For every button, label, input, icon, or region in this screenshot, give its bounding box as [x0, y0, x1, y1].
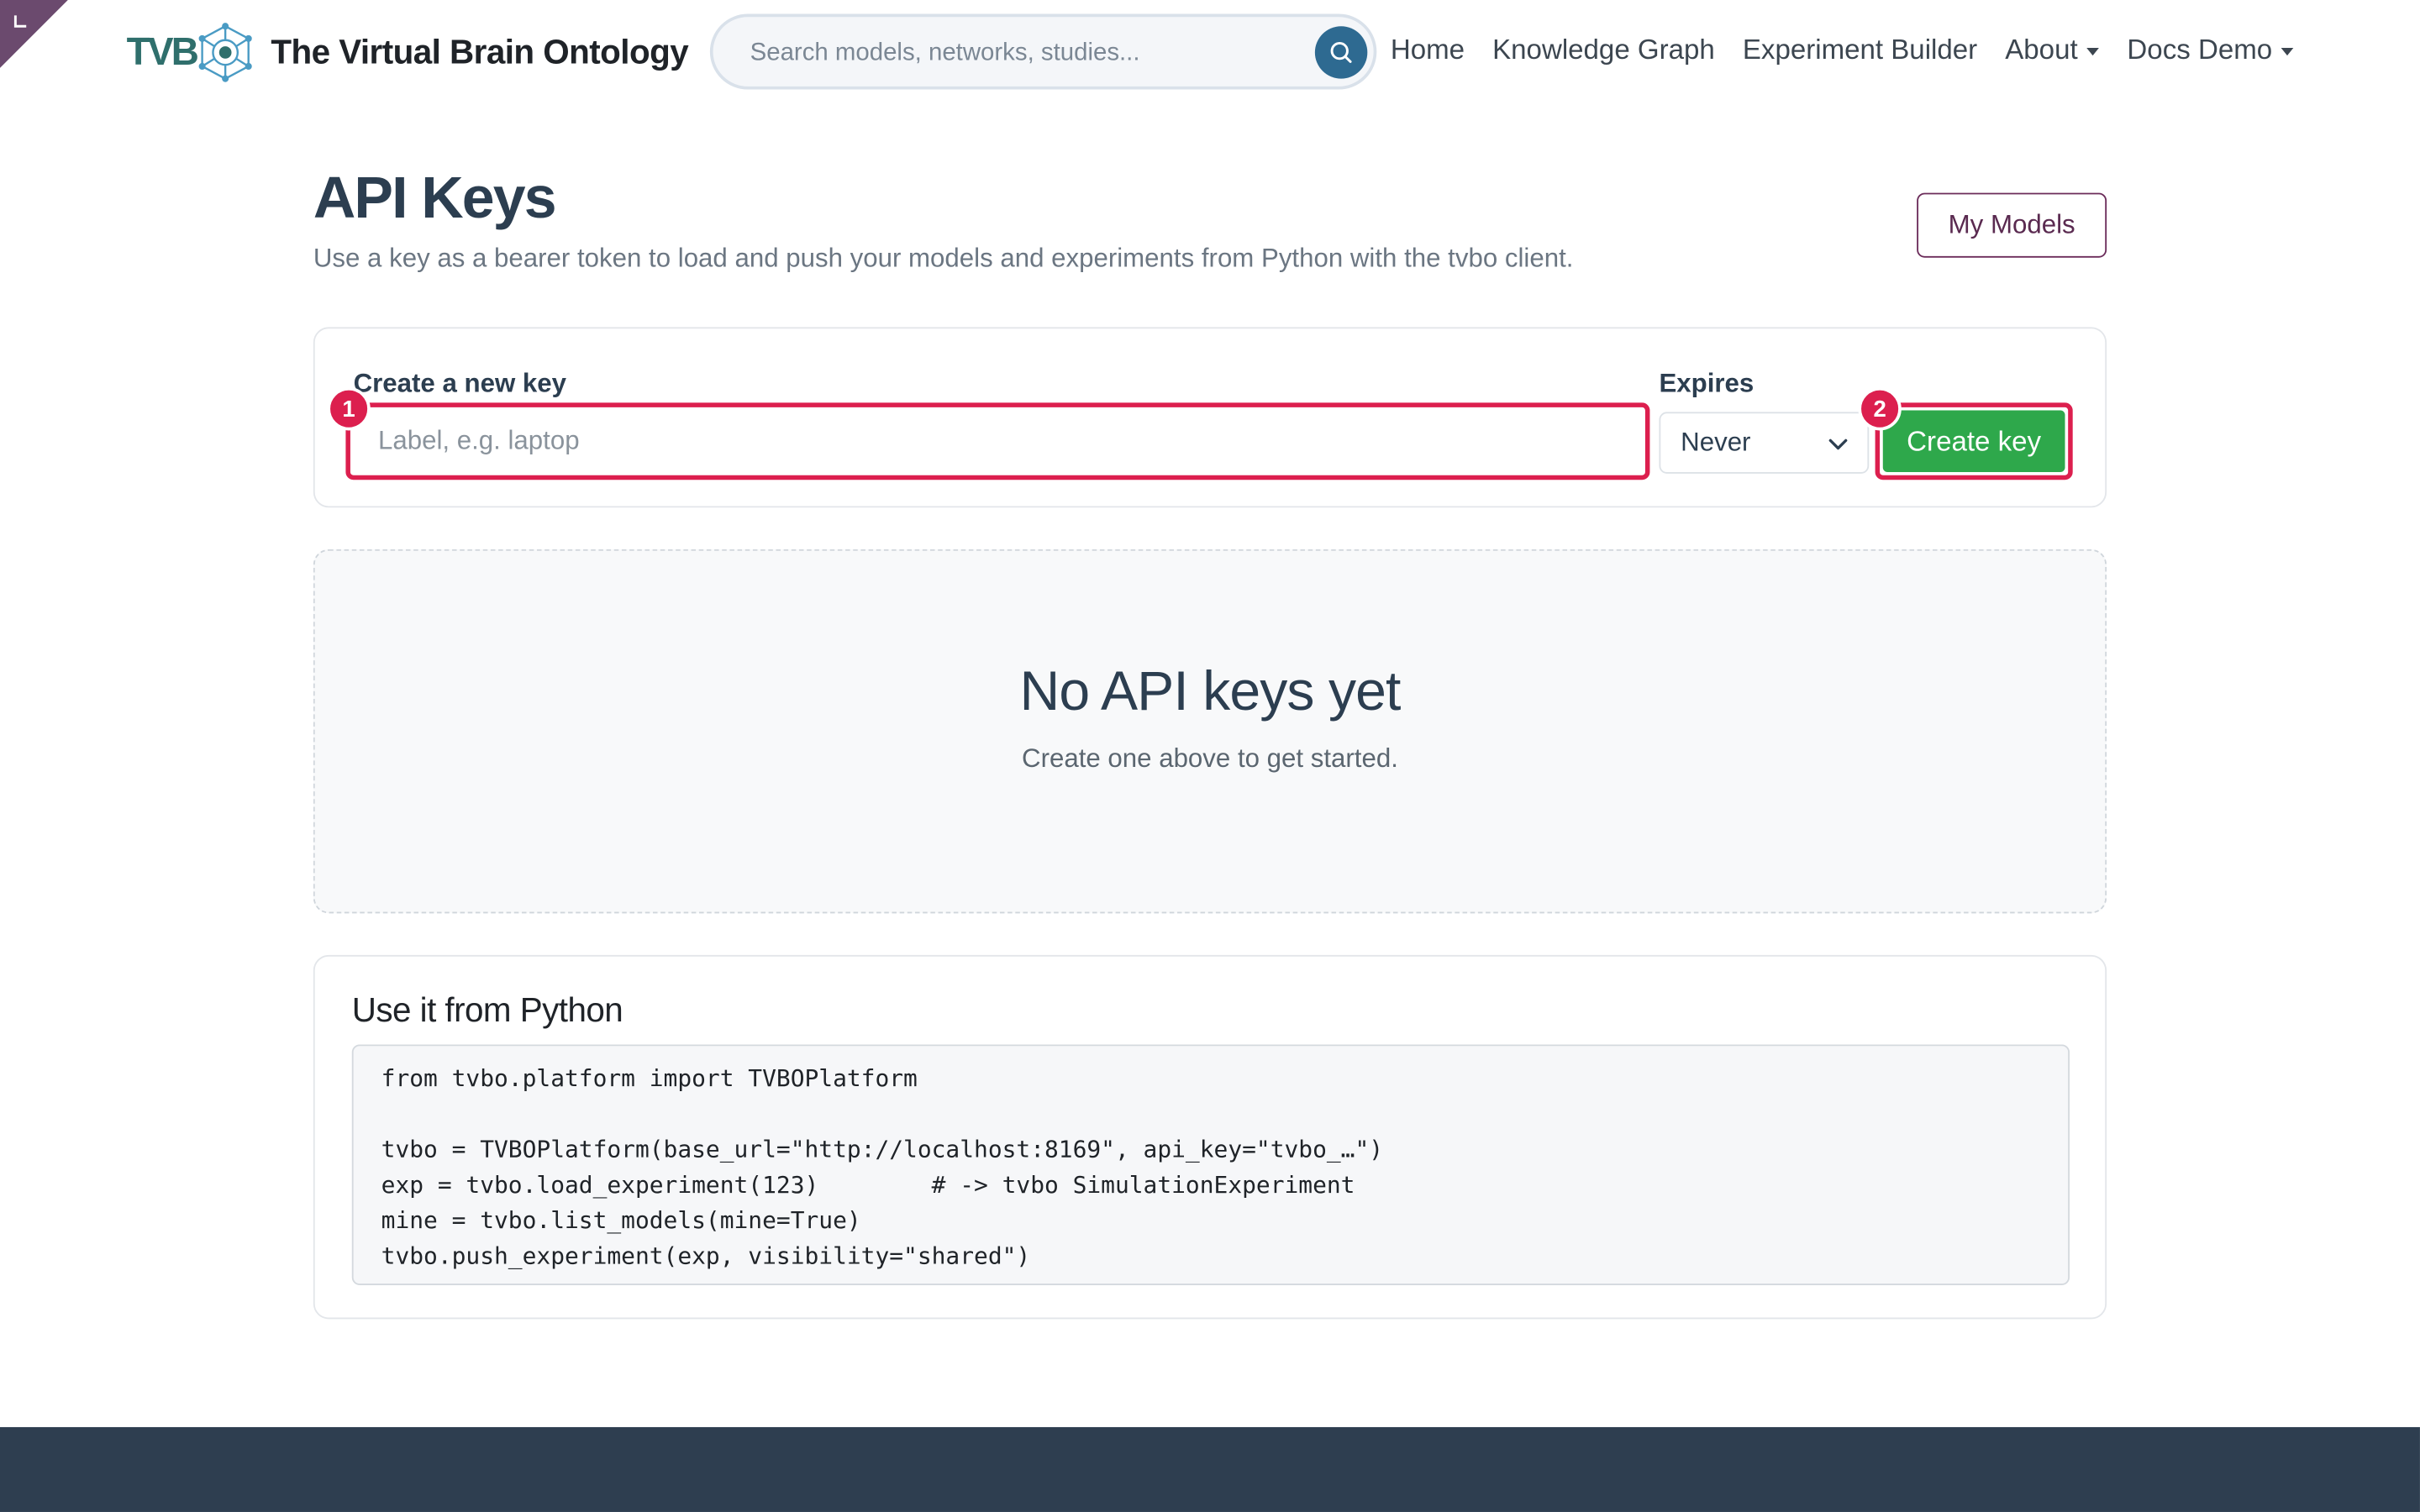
create-key-button-highlight: Create key: [1875, 402, 2073, 480]
empty-state-title: No API keys yet: [1019, 659, 1401, 722]
brand-title: The Virtual Brain Ontology: [271, 32, 689, 71]
python-code-block: from tvbo.platform import TVBOPlatform t…: [351, 1044, 2070, 1285]
my-models-button[interactable]: My Models: [1917, 192, 2107, 258]
tvbo-logo: TVB: [127, 22, 255, 83]
empty-state-text: Create one above to get started.: [1022, 743, 1398, 774]
search-button[interactable]: [1314, 26, 1368, 79]
logo-text: TVB: [126, 29, 199, 74]
expires-select[interactable]: Never: [1659, 412, 1870, 474]
search-input[interactable]: [746, 35, 1303, 73]
brain-network-icon: [197, 23, 251, 82]
step-badge-2: 2: [1858, 387, 1902, 431]
nav-about-dropdown[interactable]: About: [2005, 34, 2100, 66]
empty-state: No API keys yet Create one above to get …: [313, 549, 2107, 914]
footer: [0, 1426, 2420, 1512]
brand-link[interactable]: TVB The Virtual Brain Ontology: [127, 22, 689, 83]
create-key-button[interactable]: Create key: [1882, 410, 2065, 473]
search-box: [709, 13, 1377, 90]
expires-label: Expires: [1659, 368, 1754, 398]
navbar: TVB The Virtual Brain Ontology Search mo…: [0, 0, 2420, 105]
create-key-card: Create a new key Expires Never Create ke…: [313, 327, 2107, 508]
page-title: API Keys: [313, 166, 557, 232]
nav-about-label: About: [2005, 34, 2078, 66]
page: TVB The Virtual Brain Ontology Search mo…: [0, 0, 2420, 1512]
step-badge-1: 1: [327, 387, 371, 431]
nav-experiment-builder[interactable]: Experiment Builder: [1743, 34, 1977, 66]
caret-down-icon: [2281, 47, 2294, 56]
key-label-field: [345, 402, 1650, 480]
python-usage-title: Use it from Python: [351, 990, 623, 1030]
chevron-down-icon: [1828, 438, 1848, 450]
page-subtitle: Use a key as a bearer token to load and …: [313, 244, 1574, 274]
nav-knowledge-graph[interactable]: Knowledge Graph: [1492, 34, 1715, 66]
nav-docs-demo-label: Docs Demo: [2127, 34, 2273, 66]
expires-selected-value: Never: [1681, 427, 1751, 457]
nav-home[interactable]: Home: [1391, 34, 1465, 66]
key-label-input[interactable]: [375, 424, 1645, 459]
nav-docs-demo-dropdown[interactable]: Docs Demo: [2127, 34, 2294, 66]
caret-down-icon: [2086, 47, 2100, 56]
main-nav: Home Knowledge Graph Experiment Builder …: [1391, 34, 2322, 66]
search-icon: [1330, 41, 1352, 63]
create-key-label: Create a new key: [353, 368, 567, 398]
python-usage-card: Use it from Python from tvbo.platform im…: [313, 954, 2107, 1320]
